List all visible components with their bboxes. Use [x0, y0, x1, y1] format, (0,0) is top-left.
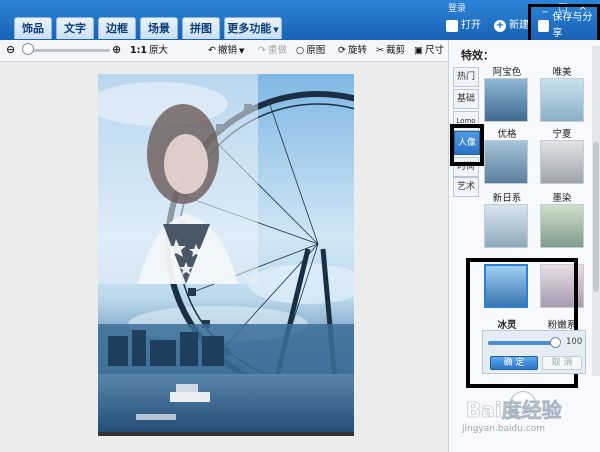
zoom-slider[interactable]: [22, 49, 110, 52]
tab-label: 边框: [106, 22, 128, 35]
effect-label: 墨染: [552, 193, 572, 204]
tab-label: 饰品: [22, 22, 44, 35]
original-image-label: 原图: [306, 45, 326, 56]
open-label: 打开: [461, 20, 481, 31]
new-label: 新建: [509, 20, 529, 31]
chevron-down-icon: ▼: [238, 47, 245, 55]
confirm-button[interactable]: 确 定: [490, 356, 538, 370]
watermark-url: jingyan.baidu.com: [462, 424, 546, 434]
category-tab-art[interactable]: 艺术: [453, 177, 479, 197]
top-bar: 饰品 文字 边框 场景 拼图 更多功能 ▼ 登录 _ □ × 打开 + 新建 保存…: [0, 0, 600, 40]
circle-icon: ○: [296, 45, 305, 56]
redo-icon: ↷: [258, 45, 266, 56]
rotate-label: 旋转: [347, 45, 367, 56]
rotate-button[interactable]: ⟳ 旋转: [338, 44, 367, 58]
effect-label: 优格: [497, 129, 517, 140]
effect-label: 宁夏: [552, 129, 572, 140]
effect-label: 新日系: [492, 193, 522, 204]
photo-bottom-edge: [98, 432, 354, 436]
crop-button[interactable]: ✂ 裁剪: [376, 44, 405, 58]
watermark-brand: Bai度经验: [466, 398, 562, 423]
intensity-value: 100: [566, 337, 583, 347]
chevron-down-icon: ▼: [273, 26, 279, 34]
plus-icon: +: [494, 20, 506, 32]
effect-thumb-xinrixi[interactable]: [484, 204, 528, 248]
cancel-button[interactable]: 取 消: [542, 356, 582, 370]
undo-label: 撤销: [217, 45, 237, 56]
tab-accessories[interactable]: 饰品: [14, 17, 52, 39]
effect-label: 阿宝色: [492, 67, 522, 78]
category-label: 热门: [456, 72, 475, 82]
tab-more-features[interactable]: 更多功能 ▼: [224, 17, 282, 39]
edit-toolbar: ⊖ ⊕ 1:1 原大 ↶ 撤销 ▼ ↷ 重做 ○ 原图 ⟳ 旋转 ✂ 裁剪 ▣ …: [0, 40, 448, 62]
category-tab-basic[interactable]: 基础: [453, 89, 479, 109]
redo-button[interactable]: ↷ 重做: [258, 44, 287, 58]
rotate-icon: ⟳: [338, 45, 346, 56]
effect-thumb-ningxia[interactable]: [540, 140, 584, 184]
intensity-slider-handle[interactable]: [550, 337, 561, 348]
tab-label: 场景: [148, 22, 170, 35]
tab-label: 文字: [64, 22, 86, 35]
tab-label: 拼图: [190, 22, 212, 35]
crop-icon: ✂: [376, 45, 384, 56]
category-label: 基础: [456, 94, 475, 104]
undo-button[interactable]: ↶ 撤销 ▼: [208, 44, 244, 58]
original-size-label: 原大: [149, 45, 169, 56]
ratio-label: 1:1: [130, 45, 148, 56]
new-button[interactable]: + 新建: [494, 18, 529, 34]
photo-editor-window: 饰品 文字 边框 场景 拼图 更多功能 ▼ 登录 _ □ × 打开 + 新建 保存…: [0, 0, 600, 452]
effect-thumb-youge[interactable]: [484, 140, 528, 184]
panel-scrollbar-thumb[interactable]: [593, 142, 599, 292]
panel-title: 特效：: [461, 49, 494, 62]
category-tab-hot[interactable]: 热门: [453, 67, 479, 87]
undo-icon: ↶: [208, 45, 216, 56]
tab-label: 更多功能: [227, 22, 272, 35]
effect-label: 唯美: [552, 67, 572, 78]
photo-illustration: [98, 74, 354, 436]
size-label: 尺寸: [424, 45, 444, 56]
effect-thumb-moran[interactable]: [540, 204, 584, 248]
tab-scene[interactable]: 场景: [140, 17, 178, 39]
zoom-out-icon[interactable]: ⊖: [6, 44, 18, 56]
tab-collage[interactable]: 拼图: [182, 17, 220, 39]
actual-size-button[interactable]: 1:1 原大: [130, 44, 168, 58]
original-image-button[interactable]: ○ 原图: [296, 44, 325, 58]
login-link[interactable]: 登录: [448, 1, 466, 14]
resize-icon: ▣: [414, 45, 423, 56]
effect-thumb-abaose[interactable]: [484, 78, 528, 122]
zoom-slider-handle[interactable]: [22, 43, 34, 55]
intensity-slider[interactable]: [488, 341, 558, 345]
redo-label: 重做: [267, 45, 287, 56]
crop-label: 裁剪: [385, 45, 405, 56]
category-label: 艺术: [456, 182, 475, 192]
size-button[interactable]: ▣ 尺寸: [414, 44, 444, 58]
folder-icon: [446, 20, 458, 32]
edited-photo[interactable]: [98, 74, 354, 436]
editing-canvas[interactable]: [0, 62, 448, 452]
tab-frame[interactable]: 边框: [98, 17, 136, 39]
zoom-in-icon[interactable]: ⊕: [112, 44, 124, 56]
tab-text[interactable]: 文字: [56, 17, 94, 39]
effect-thumb-weimei[interactable]: [540, 78, 584, 122]
open-button[interactable]: 打开: [446, 18, 481, 34]
